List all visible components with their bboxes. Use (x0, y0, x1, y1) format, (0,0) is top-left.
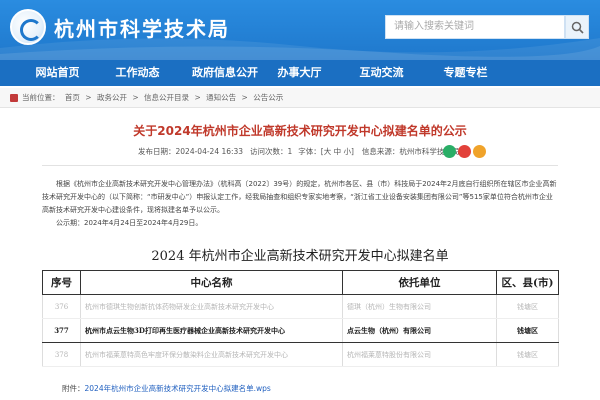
table-row: 376 杭州市德琪生物创新抗体药物研发企业高新技术研究开发中心 德琪（杭州）生物… (42, 294, 559, 319)
breadcrumb-info-catalog[interactable]: 信息公开目录 (144, 93, 189, 102)
candidate-table: 序号 中心名称 依托单位 区、县(市) 376 杭州市德琪生物创新抗体药物研发企… (42, 270, 559, 367)
breadcrumb-gov-affairs[interactable]: 政务公开 (97, 93, 127, 102)
breadcrumb-prefix: 当前位置： (22, 93, 60, 102)
nav-item-special-topics[interactable]: 专题专栏 (428, 60, 503, 86)
breadcrumb-announcements[interactable]: 公告公示 (253, 93, 283, 102)
location-icon (10, 94, 18, 102)
nav-item-work-news[interactable]: 工作动态 (100, 60, 175, 86)
breadcrumb: 当前位置： 首页 > 政务公开 > 信息公开目录 > 通知公告 > 公告公示 (0, 88, 600, 108)
attachment-label: 附件： (62, 384, 85, 393)
article-paragraph: 公示期：2024年4月24日至2024年4月29日。 (56, 219, 203, 227)
row-number: 378 (42, 342, 81, 367)
nav-item-service-hall[interactable]: 办事大厅 (262, 60, 337, 86)
attachment: 附件：2024年杭州市企业高新技术研究开发中心拟建名单.wps (62, 383, 271, 394)
breadcrumb-separator: > (194, 93, 201, 102)
font-size-control[interactable]: 字体：[大 中 小] (298, 144, 354, 160)
search-button[interactable] (565, 15, 589, 39)
site-header: 杭州市科学技术局 请输入搜索关键词 (0, 0, 600, 60)
wechat-share-icon[interactable] (443, 145, 456, 158)
row-number: 376 (42, 294, 81, 319)
row-center-name: 杭州市点云生物3D打印再生医疗器械企业高新技术研究开发中心 (80, 318, 343, 343)
column-header-center-name: 中心名称 (80, 270, 343, 295)
row-number: 377 (42, 318, 81, 343)
search-input[interactable]: 请输入搜索关键词 (385, 15, 565, 39)
main-nav: 网站首页 工作动态 政府信息公开 办事大厅 互动交流 专题专栏 (0, 60, 600, 86)
row-center-name: 杭州市福莱蒽特高色牢度环保分散染料企业高新技术研究开发中心 (80, 342, 343, 367)
weibo-share-icon[interactable] (458, 145, 471, 158)
list-title: 2024 年杭州市企业高新技术研究开发中心拟建名单 (151, 249, 449, 264)
article-meta: 发布日期：2024-04-24 16:33 访问次数：1 字体：[大 中 小] … (0, 144, 600, 160)
row-district: 钱塘区 (496, 318, 559, 343)
article-title: 关于2024年杭州市企业高新技术研究开发中心拟建名单的公示 (133, 124, 467, 138)
row-center-name: 杭州市德琪生物创新抗体药物研发企业高新技术研究开发中心 (80, 294, 343, 319)
meta-divider (42, 165, 558, 166)
table-row: 378 杭州市福莱蒽特高色牢度环保分散染料企业高新技术研究开发中心 杭州福莱蒽特… (42, 342, 559, 367)
view-count: 访问次数：1 (250, 147, 293, 156)
breadcrumb-home[interactable]: 首页 (65, 93, 80, 102)
breadcrumb-notices[interactable]: 通知公告 (206, 93, 236, 102)
column-header-host-unit: 依托单位 (342, 270, 497, 295)
nav-item-info-disclosure[interactable]: 政府信息公开 (175, 60, 275, 86)
table-header-row: 序号 中心名称 依托单位 区、县(市) (42, 270, 559, 295)
row-host-unit: 点云生物（杭州）有限公司 (342, 318, 497, 343)
breadcrumb-separator: > (85, 93, 92, 102)
site-logo-icon[interactable] (10, 9, 46, 45)
row-district: 钱塘区 (496, 342, 559, 367)
article-paragraph: 根据《杭州市企业高新技术研究开发中心管理办法》（杭科高〔2022〕39号）的规定… (42, 180, 557, 214)
attachment-link[interactable]: 2024年杭州市企业高新技术研究开发中心拟建名单.wps (85, 384, 271, 393)
nav-item-interaction[interactable]: 互动交流 (344, 60, 419, 86)
nav-item-home[interactable]: 网站首页 (20, 60, 95, 86)
column-header-number: 序号 (42, 270, 81, 295)
search-icon (571, 21, 584, 34)
column-header-district: 区、县(市) (496, 270, 559, 295)
row-district: 钱塘区 (496, 294, 559, 319)
article-body: 根据《杭州市企业高新技术研究开发中心管理办法》（杭科高〔2022〕39号）的规定… (42, 178, 558, 230)
publish-date: 发布日期：2024-04-24 16:33 (138, 147, 244, 156)
table-row: 377 杭州市点云生物3D打印再生医疗器械企业高新技术研究开发中心 点云生物（杭… (42, 318, 559, 343)
breadcrumb-separator: > (132, 93, 139, 102)
site-title[interactable]: 杭州市科学技术局 (54, 13, 230, 42)
breadcrumb-separator: > (241, 93, 248, 102)
qq-share-icon[interactable] (473, 145, 486, 158)
row-host-unit: 德琪（杭州）生物有限公司 (342, 294, 497, 319)
row-host-unit: 杭州福莱蒽特股份有限公司 (342, 342, 497, 367)
